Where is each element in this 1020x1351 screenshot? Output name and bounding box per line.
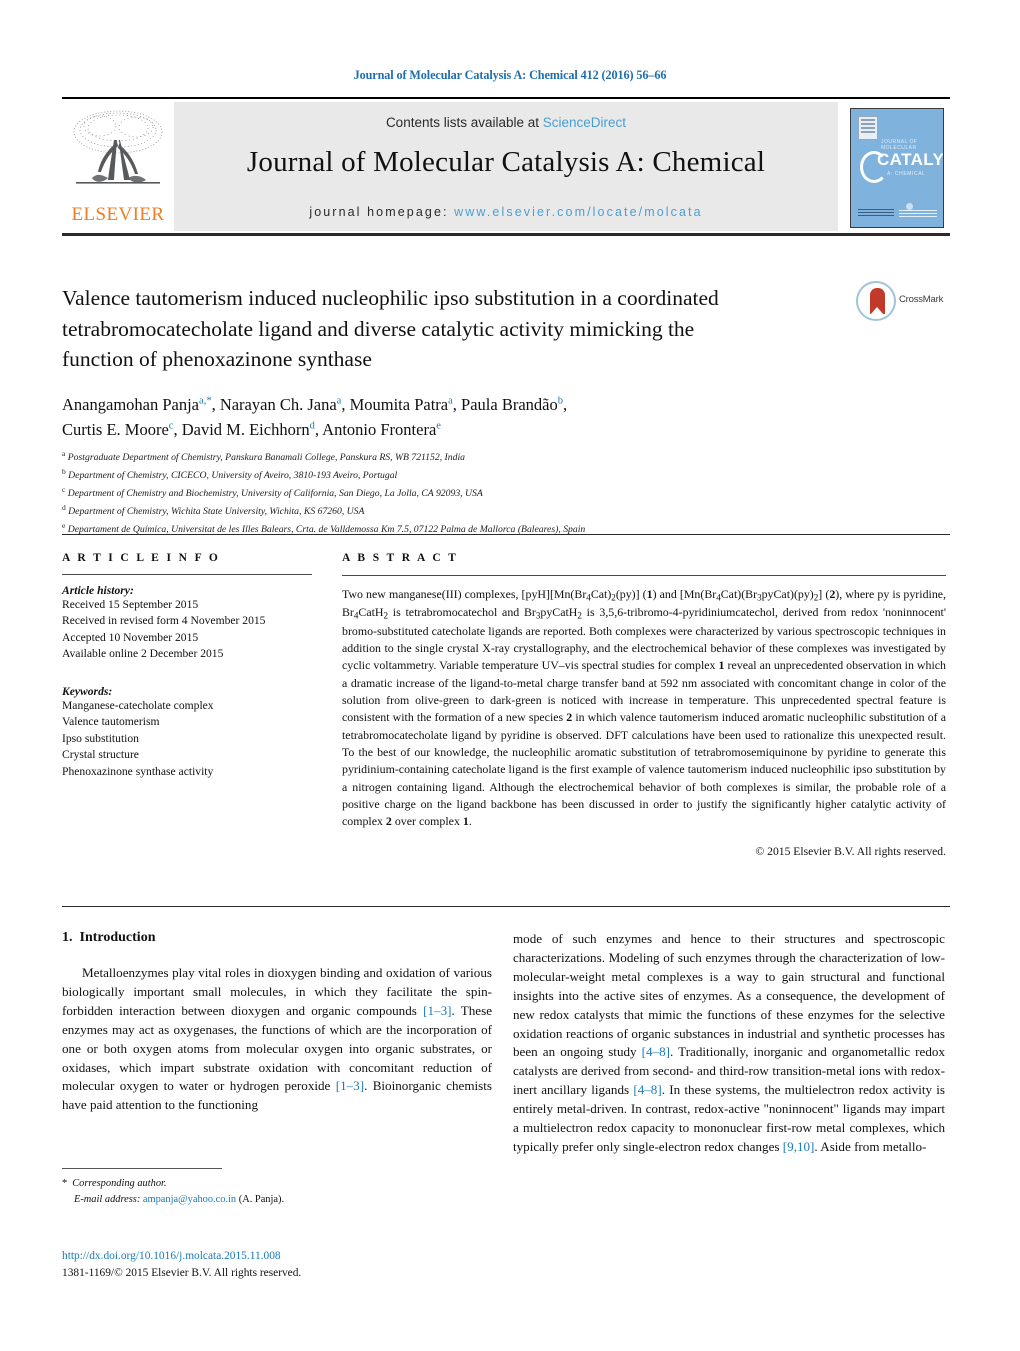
info-band-bottom-rule [62,906,950,907]
body-column-right: mode of such enzymes and hence to their … [513,930,945,1157]
corresponding-author-footnote: * Corresponding author. E-mail address: a… [62,1176,492,1207]
doi-link[interactable]: http://dx.doi.org/10.1016/j.molcata.2015… [62,1250,281,1262]
journal-homepage-line: journal homepage: www.elsevier.com/locat… [174,205,838,219]
citation-4-8[interactable]: [4–8] [642,1044,670,1059]
journal-title: Journal of Molecular Catalysis A: Chemic… [246,146,766,178]
intro-paragraph-1: Metalloenzymes play vital roles in dioxy… [62,965,493,1113]
abstract-column: A B S T R A C T Two new manganese(III) c… [342,552,946,858]
contents-prefix: Contents lists available at [385,115,543,130]
citation-4-8-b[interactable]: [4–8] [633,1082,661,1097]
body-column-left: 1. Introduction Metalloenzymes play vital… [62,930,492,1115]
email-label: E-mail address: [74,1193,141,1205]
affiliation-c: c Department of Chemistry and Biochemist… [62,484,483,500]
affiliation-list: a Postgraduate Department of Chemistry, … [62,448,942,538]
keywords-label: Keywords: [62,684,113,698]
email-suffix: (A. Panja). [238,1193,285,1205]
abstract-body: Two new manganese(III) complexes, [pyH][… [342,587,947,829]
cover-badge-icon [858,116,878,140]
cover-subtitle: A: CHEMICAL [887,171,926,177]
abstract-rule [342,575,946,576]
intro-paragraph-continued: mode of such enzymes and hence to their … [513,931,945,1154]
author-7: Antonio Fronterae [322,419,441,439]
author-3: Moumita Patraa [349,395,453,414]
citation-1-3[interactable]: [1–3] [423,1003,451,1018]
article-info-column: A R T I C L E I N F O Article history: R… [62,552,312,780]
crossmark-label: CrossMark [899,294,944,305]
journal-article-page: Journal of Molecular Catalysis A: Chemic… [0,0,1020,1351]
author-2: Narayan Ch. Janaa [219,395,342,414]
corresponding-author-line: * Corresponding author. [62,1176,492,1192]
cover-publisher-mark-icon [906,203,913,210]
keyword-1: Manganese-catecholate complex [62,698,214,712]
cover-footer-right-lines [899,210,937,219]
section-title: Introduction [79,930,156,945]
journal-masthead: ELSEVIER Contents lists available at Sci… [62,97,950,231]
cover-footer-left-lines [858,209,894,218]
journal-cover-thumbnail: JOURNAL OF MOLECULAR CATALYSIS A: CHEMIC… [838,102,950,231]
corresponding-author-text: Corresponding author. [72,1178,167,1189]
affiliation-d: d Department of Chemistry, Wichita State… [62,502,365,518]
author-list: Anangamohan Panjaa,*, Narayan Ch. Janaa,… [62,395,568,439]
author-6: David M. Eichhornd [181,419,315,439]
history-revised: Received in revised form 4 November 2015 [62,614,266,628]
citation-1-3-b[interactable]: [1–3] [336,1078,364,1093]
abstract-heading: A B S T R A C T [342,552,459,564]
elsevier-logo: ELSEVIER [62,102,174,231]
crossmark-icon [856,281,896,321]
footer-doi-block: http://dx.doi.org/10.1016/j.molcata.2015… [62,1248,492,1281]
keyword-3: Ipso substitution [62,731,139,745]
affiliation-e: e Departament de Química, Universitat de… [62,520,586,536]
footnote-separator [62,1168,222,1169]
crossmark-badge[interactable]: CrossMark [856,281,944,327]
cover-image: JOURNAL OF MOLECULAR CATALYSIS A: CHEMIC… [850,108,944,228]
running-head: Journal of Molecular Catalysis A: Chemic… [353,68,667,82]
journal-homepage-link[interactable]: www.elsevier.com/locate/molcata [454,205,703,219]
author-5: Curtis E. Moorec [62,419,174,439]
section-heading-introduction: 1. Introduction [62,930,492,946]
history-online: Available online 2 December 2015 [62,647,224,661]
info-band-top-rule [62,534,950,535]
citation-9-10[interactable]: [9,10] [783,1139,815,1154]
author-1: Anangamohan Panjaa,* [62,395,212,414]
email-line: E-mail address: ampanja@yahoo.co.in (A. … [62,1192,492,1208]
author-4: Paula Brandãob [461,395,563,414]
keyword-5: Phenoxazinone synthase activity [62,764,214,778]
elsevier-wordmark: ELSEVIER [71,204,165,225]
sciencedirect-link[interactable]: ScienceDirect [543,115,626,130]
issn-copyright-line: 1381-1169/© 2015 Elsevier B.V. All right… [62,1266,302,1279]
keyword-4: Crystal structure [62,748,139,762]
masthead-bottom-rule [62,233,950,236]
corresponding-email-link[interactable]: ampanja@yahoo.co.in [143,1194,236,1205]
article-info-rule [62,574,312,575]
keywords-block: Keywords: Manganese-catecholate complex … [62,685,312,780]
section-number: 1. [62,930,73,945]
affiliation-b: b Department of Chemistry, CICECO, Unive… [62,466,398,482]
footnote-star: * [62,1178,68,1189]
affiliation-a: a Postgraduate Department of Chemistry, … [62,449,466,464]
keyword-2: Valence tautomerism [62,715,160,729]
article-title: Valence tautomerism induced nucleophilic… [62,286,719,372]
masthead-center: Contents lists available at ScienceDirec… [174,102,838,231]
elsevier-tree-icon [73,110,163,184]
history-accepted: Accepted 10 November 2015 [62,630,199,644]
contents-available-line: Contents lists available at ScienceDirec… [174,115,838,130]
homepage-prefix: journal homepage: [309,205,455,219]
article-history-label: Article history: [62,584,134,597]
history-received: Received 15 September 2015 [62,598,199,611]
abstract-copyright: © 2015 Elsevier B.V. All rights reserved… [755,844,946,858]
article-info-heading: A R T I C L E I N F O [62,552,221,564]
cover-title: CATALYSIS [877,150,944,169]
